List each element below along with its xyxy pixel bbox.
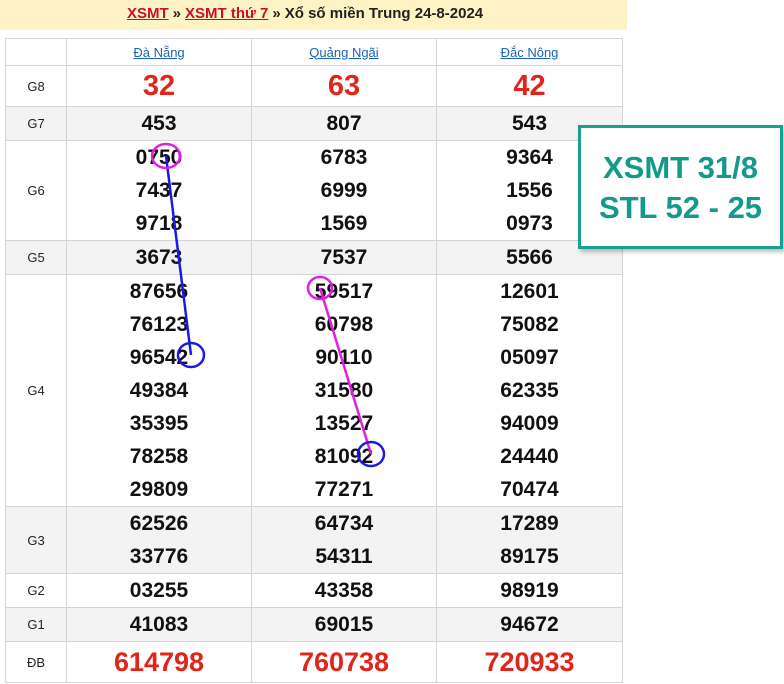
annotation-overlay: [150, 142, 386, 468]
note-line-2: STL 52 - 25: [598, 190, 763, 225]
note-line-1: XSMT 31/8: [602, 150, 759, 185]
prediction-note-box: XSMT 31/8 STL 52 - 25: [578, 125, 783, 249]
blue-connector-line: [164, 155, 193, 356]
magenta-connector-line: [318, 287, 373, 455]
